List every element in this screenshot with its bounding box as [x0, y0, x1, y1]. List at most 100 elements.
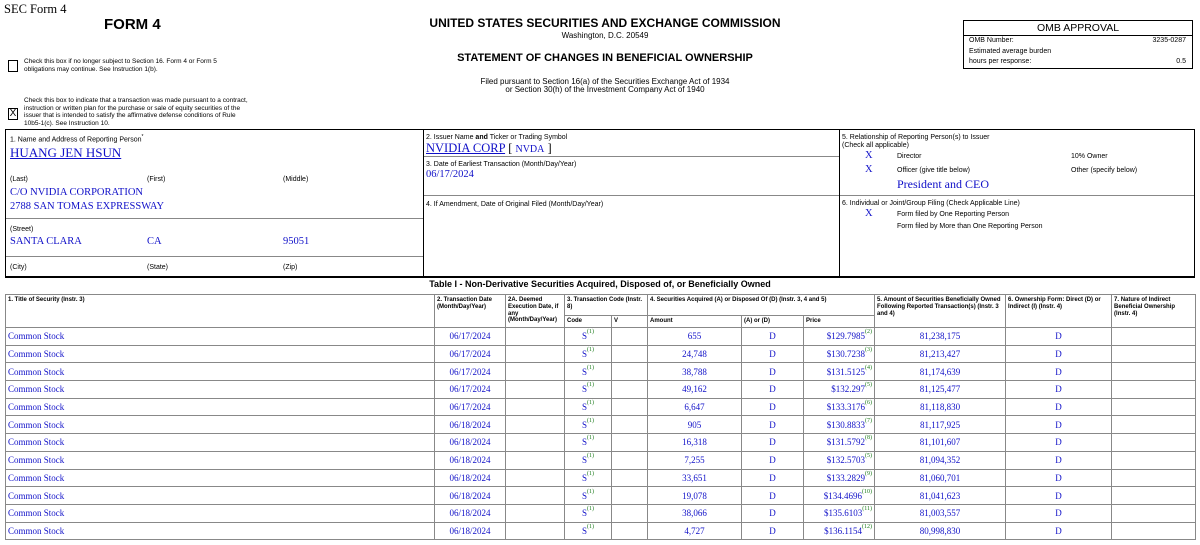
table-top-rule	[5, 277, 1195, 278]
table-row: Common Stock 06/18/2024 S(1) 905 D $130.8833(…	[5, 415, 1197, 435]
table1-body: Common Stock 06/17/2024 S(1) 655 D $129.7985(…	[5, 327, 1197, 541]
price-footnote[interactable]: (10)	[862, 489, 872, 495]
transaction-amount: 33,651	[647, 468, 742, 488]
acquired-or-disposed: D	[741, 362, 804, 382]
table-row: Common Stock 06/17/2024 S(1) 38,788 D $131.51…	[5, 362, 1197, 382]
deemed-execution-date	[505, 433, 565, 452]
security-title: Common Stock	[5, 397, 435, 417]
ownership-form: D	[1005, 344, 1113, 364]
code-footnote[interactable]: (1)	[587, 471, 594, 477]
document-title: SEC Form 4	[4, 2, 67, 16]
first-name-label: (First)	[147, 176, 166, 183]
zip-value: 95051	[283, 236, 310, 247]
transaction-amount: 655	[647, 327, 742, 346]
price-footnote[interactable]: (11)	[862, 506, 872, 512]
security-title: Common Stock	[5, 450, 435, 470]
state-label: (State)	[147, 264, 169, 271]
price-footnote[interactable]: (5)	[865, 382, 872, 388]
price-footnote[interactable]: (2)	[865, 329, 872, 335]
transaction-code: S(1)	[564, 450, 612, 470]
price-footnote[interactable]: (5)	[865, 453, 872, 459]
transaction-price: $133.2829(9)	[802, 468, 876, 488]
subcol-a-or-d: (A) or (D)	[741, 315, 804, 328]
transaction-price: $131.5125(4)	[802, 362, 876, 382]
col-transaction-code: 3. Transaction Code (Instr. 8)	[564, 294, 648, 316]
transaction-date: 06/17/2024	[434, 327, 506, 346]
transaction-price: $130.7238(3)	[802, 344, 876, 364]
transaction-v	[611, 415, 648, 435]
acquired-or-disposed: D	[741, 521, 804, 541]
acquired-or-disposed: D	[741, 486, 804, 505]
deemed-execution-date	[505, 327, 565, 346]
price-footnote[interactable]: (7)	[865, 418, 872, 424]
code-footnote[interactable]: (1)	[587, 329, 594, 335]
code-footnote[interactable]: (1)	[587, 524, 594, 530]
issuer-name-link[interactable]: NVIDIA CORP	[426, 141, 505, 155]
price-footnote[interactable]: (8)	[865, 435, 872, 441]
transaction-date: 06/17/2024	[434, 362, 506, 382]
transaction-price: $132.297(5)	[802, 380, 876, 399]
nature-of-ownership	[1111, 344, 1197, 364]
transaction-code: S(1)	[564, 486, 612, 505]
transaction-v	[611, 344, 648, 364]
commission-city: Washington, D.C. 20549	[561, 31, 649, 40]
security-title: Common Stock	[5, 327, 435, 346]
city-divider	[6, 256, 423, 257]
transaction-code: S(1)	[564, 521, 612, 541]
transaction-v	[611, 468, 648, 488]
subcol-amount: Amount	[647, 315, 742, 328]
amount-owned-after: 81,118,830	[874, 397, 1007, 417]
nature-of-ownership	[1111, 433, 1197, 452]
code-footnote[interactable]: (1)	[587, 506, 594, 512]
ownership-form: D	[1005, 415, 1113, 435]
code-footnote[interactable]: (1)	[587, 382, 594, 388]
subcol-code: Code	[564, 315, 612, 328]
code-footnote[interactable]: (1)	[587, 453, 594, 459]
table-row: Common Stock 06/17/2024 S(1) 49,162 D $132.29…	[5, 380, 1197, 399]
section16-checkbox[interactable]	[8, 60, 18, 72]
reporting-person-name[interactable]: HUANG JEN HSUN	[10, 145, 121, 161]
code-footnote[interactable]: (1)	[587, 400, 594, 406]
acquired-or-disposed: D	[741, 397, 804, 417]
director-mark[interactable]: X	[865, 150, 873, 161]
price-footnote[interactable]: (6)	[865, 400, 872, 406]
code-footnote[interactable]: (1)	[587, 489, 594, 495]
col-nature-indirect-ownership: 7. Nature of Indirect Beneficial Ownersh…	[1111, 294, 1197, 328]
col-securities-acquired-disposed: 4. Securities Acquired (A) or Disposed O…	[646, 294, 876, 316]
table-row: Common Stock 06/18/2024 S(1) 33,651 D $133.28…	[5, 468, 1197, 488]
amendment-divider	[424, 195, 839, 196]
code-footnote[interactable]: (1)	[587, 435, 594, 441]
amount-owned-after: 81,213,427	[874, 344, 1007, 364]
ownership-form: D	[1005, 397, 1113, 417]
transaction-amount: 49,162	[647, 380, 742, 399]
code-footnote[interactable]: (1)	[587, 365, 594, 371]
amount-owned-after: 81,101,607	[874, 433, 1007, 452]
ownership-form: D	[1005, 380, 1113, 399]
commission-name: UNITED STATES SECURITIES AND EXCHANGE CO…	[429, 16, 781, 30]
transaction-date: 06/17/2024	[434, 380, 506, 399]
transaction-price: $134.4696(10)	[802, 486, 876, 505]
rule-10b5-1-checkbox[interactable]: X	[8, 108, 18, 120]
price-footnote[interactable]: (9)	[865, 471, 872, 477]
transaction-price: $132.5703(5)	[802, 450, 876, 470]
multiple-persons-label: Form filed by More than One Reporting Pe…	[897, 223, 1043, 230]
transaction-v	[611, 380, 648, 399]
transaction-v	[611, 433, 648, 452]
transaction-amount: 16,318	[647, 433, 742, 452]
omb-number-value: 3235-0287	[1152, 37, 1186, 44]
officer-mark[interactable]: X	[865, 164, 873, 175]
transaction-code: S(1)	[564, 380, 612, 399]
price-footnote[interactable]: (12)	[862, 524, 872, 530]
price-footnote[interactable]: (3)	[865, 347, 872, 353]
code-footnote[interactable]: (1)	[587, 347, 594, 353]
ownership-form: D	[1005, 503, 1113, 523]
code-footnote[interactable]: (1)	[587, 418, 594, 424]
nature-of-ownership	[1111, 450, 1197, 470]
nature-of-ownership	[1111, 503, 1197, 523]
security-title: Common Stock	[5, 415, 435, 435]
one-person-mark[interactable]: X	[865, 208, 873, 219]
subcol-v: V	[611, 315, 648, 328]
filed-pursuant-line-2: or Section 30(h) of the Investment Compa…	[505, 85, 705, 94]
price-footnote[interactable]: (4)	[865, 365, 872, 371]
transaction-price: $129.7985(2)	[802, 327, 876, 346]
